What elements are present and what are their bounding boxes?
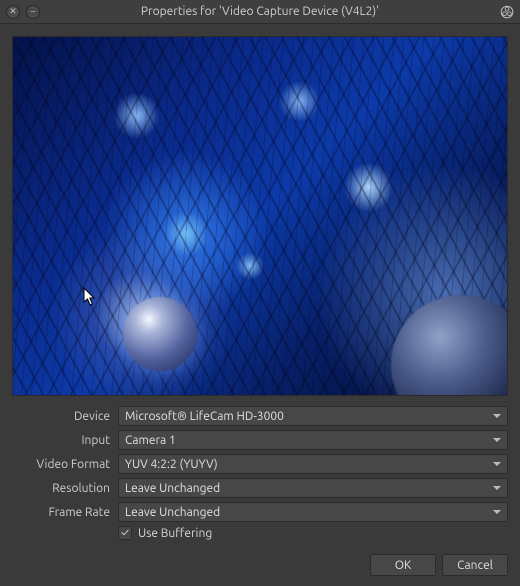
video-format-label: Video Format bbox=[12, 458, 112, 471]
preview-ornament bbox=[123, 297, 197, 371]
input-row: Input Camera 1 bbox=[12, 430, 508, 450]
video-format-value: YUV 4:2:2 (YUYV) bbox=[125, 458, 218, 471]
device-row: Device Microsoft® LifeCam HD-3000 bbox=[12, 406, 508, 426]
input-select[interactable]: Camera 1 bbox=[118, 430, 508, 450]
ok-button[interactable]: OK bbox=[370, 554, 436, 576]
frame-rate-row: Frame Rate Leave Unchanged bbox=[12, 502, 508, 522]
input-label: Input bbox=[12, 434, 112, 447]
frame-rate-value: Leave Unchanged bbox=[125, 506, 220, 519]
resolution-label: Resolution bbox=[12, 482, 112, 495]
resolution-row: Resolution Leave Unchanged bbox=[12, 478, 508, 498]
device-label: Device bbox=[12, 410, 112, 423]
use-buffering-checkbox[interactable]: ✓ bbox=[118, 526, 132, 540]
close-icon[interactable]: ✕ bbox=[6, 5, 20, 19]
video-format-row: Video Format YUV 4:2:2 (YUYV) bbox=[12, 454, 508, 474]
video-format-select[interactable]: YUV 4:2:2 (YUYV) bbox=[118, 454, 508, 474]
chevron-down-icon bbox=[493, 414, 501, 418]
device-value: Microsoft® LifeCam HD-3000 bbox=[125, 410, 284, 423]
minimize-icon[interactable]: – bbox=[26, 5, 40, 19]
chevron-down-icon bbox=[493, 438, 501, 442]
frame-rate-select[interactable]: Leave Unchanged bbox=[118, 502, 508, 522]
use-buffering-label[interactable]: Use Buffering bbox=[138, 527, 212, 540]
dialog-content: Device Microsoft® LifeCam HD-3000 Input … bbox=[0, 24, 520, 586]
dialog-footer: OK Cancel bbox=[12, 554, 508, 576]
titlebar-right-icons bbox=[500, 5, 514, 19]
use-buffering-row: ✓ Use Buffering bbox=[12, 526, 508, 540]
resolution-value: Leave Unchanged bbox=[125, 482, 220, 495]
cancel-button[interactable]: Cancel bbox=[442, 554, 508, 576]
chevron-down-icon bbox=[493, 486, 501, 490]
obs-icon bbox=[500, 5, 514, 19]
properties-form: Device Microsoft® LifeCam HD-3000 Input … bbox=[12, 406, 508, 540]
chevron-down-icon bbox=[493, 462, 501, 466]
window-controls: ✕ – bbox=[6, 5, 40, 19]
input-value: Camera 1 bbox=[125, 434, 176, 447]
video-preview bbox=[12, 36, 508, 396]
chevron-down-icon bbox=[493, 510, 501, 514]
resolution-select[interactable]: Leave Unchanged bbox=[118, 478, 508, 498]
window-title: Properties for 'Video Capture Device (V4… bbox=[0, 5, 520, 18]
titlebar: ✕ – Properties for 'Video Capture Device… bbox=[0, 0, 520, 24]
device-select[interactable]: Microsoft® LifeCam HD-3000 bbox=[118, 406, 508, 426]
frame-rate-label: Frame Rate bbox=[12, 506, 112, 519]
